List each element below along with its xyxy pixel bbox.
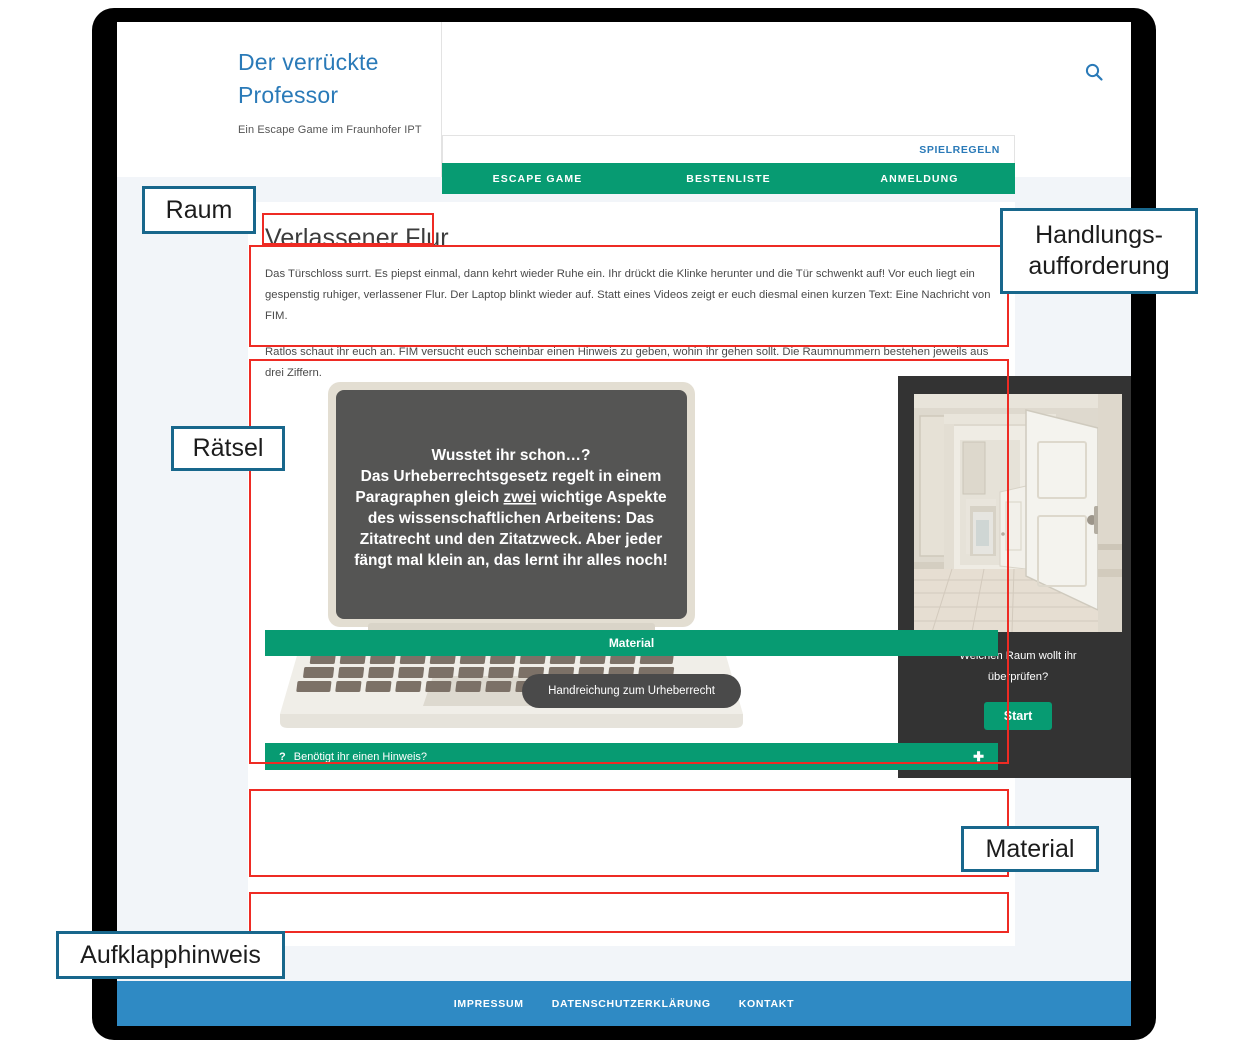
puzzle-region: Wusstet ihr schon…? Das Urheberrechtsges… bbox=[265, 376, 1131, 778]
nav-item-anmeldung[interactable]: ANMELDUNG bbox=[824, 173, 1015, 185]
screenshot-root: Der verrückte Professor Ein Escape Game … bbox=[0, 0, 1251, 1048]
footer-link-kontakt[interactable]: KONTAKT bbox=[739, 998, 794, 1010]
site-title: Der verrückte Professor bbox=[238, 49, 379, 108]
footer-link-datenschutz[interactable]: DATENSCHUTZERKLÄRUNG bbox=[552, 998, 711, 1010]
material-section: Material Handreichung zum Urheberrecht bbox=[265, 630, 998, 718]
material-download-button[interactable]: Handreichung zum Urheberrecht bbox=[522, 674, 741, 708]
search-glyph bbox=[1085, 63, 1103, 81]
search-icon[interactable] bbox=[1079, 57, 1109, 87]
laptop-line-6: fängt mal klein an, das lernt ihr alles … bbox=[354, 552, 668, 569]
site-header: Der verrückte Professor Ein Escape Game … bbox=[117, 22, 1131, 194]
callout-material-label: Material bbox=[985, 834, 1075, 863]
open-door-hallway-image bbox=[914, 394, 1122, 632]
callout-handlungsaufforderung-label: Handlungs- aufforderung bbox=[1028, 221, 1170, 280]
brand-block[interactable]: Der verrückte Professor Ein Escape Game … bbox=[117, 22, 442, 177]
site-footer: IMPRESSUM DATENSCHUTZERKLÄRUNG KONTAKT bbox=[117, 981, 1131, 1026]
callout-raetsel-label: Rätsel bbox=[192, 434, 264, 462]
laptop-line-3: Paragraphen gleich zwei wichtige Aspekte bbox=[355, 489, 667, 506]
callout-raetsel: Rätsel bbox=[171, 426, 285, 471]
laptop-line-2: Das Urheberrechtsgesetz regelt in einem bbox=[361, 468, 662, 485]
footer-link-impressum[interactable]: IMPRESSUM bbox=[454, 998, 524, 1010]
callout-aufklapphinweis: Aufklapphinweis bbox=[56, 931, 285, 979]
material-heading: Material bbox=[265, 630, 998, 656]
plus-icon[interactable]: ✚ bbox=[973, 749, 984, 765]
callout-raum-label: Raum bbox=[165, 195, 233, 224]
primary-nav: ESCAPE GAME BESTENLISTE ANMELDUNG bbox=[442, 163, 1015, 194]
intro-paragraph-1: Das Türschloss surrt. Es piepst einmal, … bbox=[265, 268, 991, 322]
page-title: Verlassener Flur bbox=[265, 224, 449, 252]
nav-item-bestenliste[interactable]: BESTENLISTE bbox=[633, 173, 824, 185]
site-subtitle: Ein Escape Game im Fraunhofer IPT bbox=[238, 124, 422, 136]
nav-item-escape-game[interactable]: ESCAPE GAME bbox=[442, 173, 633, 185]
secondary-nav: SPIELREGELN bbox=[442, 135, 1015, 163]
callout-material: Material bbox=[961, 826, 1099, 872]
laptop-line-5: Zitatrecht und den Zitatzweck. Aber jede… bbox=[360, 531, 663, 548]
content-card: Verlassener Flur Das Türschloss surrt. E… bbox=[248, 202, 1131, 946]
laptop-line-4: des wissenschaftlichen Arbeitens: Das bbox=[368, 510, 654, 527]
browser-viewport: Der verrückte Professor Ein Escape Game … bbox=[117, 22, 1131, 1026]
nav-link-spielregeln[interactable]: SPIELREGELN bbox=[919, 144, 1000, 156]
callout-handlungsaufforderung: Handlungs- aufforderung bbox=[1000, 208, 1198, 294]
callout-raum: Raum bbox=[142, 186, 256, 234]
laptop-line-1: Wusstet ihr schon…? bbox=[431, 447, 590, 464]
hallway-illustration bbox=[914, 394, 1122, 632]
hint-accordion[interactable]: ? Benötigt ihr einen Hinweis? ✚ bbox=[265, 743, 998, 770]
hint-label: Benötigt ihr einen Hinweis? bbox=[293, 750, 428, 763]
callout-aufklapphinweis-label: Aufklapphinweis bbox=[80, 940, 261, 969]
question-mark-icon: ? bbox=[279, 750, 286, 763]
